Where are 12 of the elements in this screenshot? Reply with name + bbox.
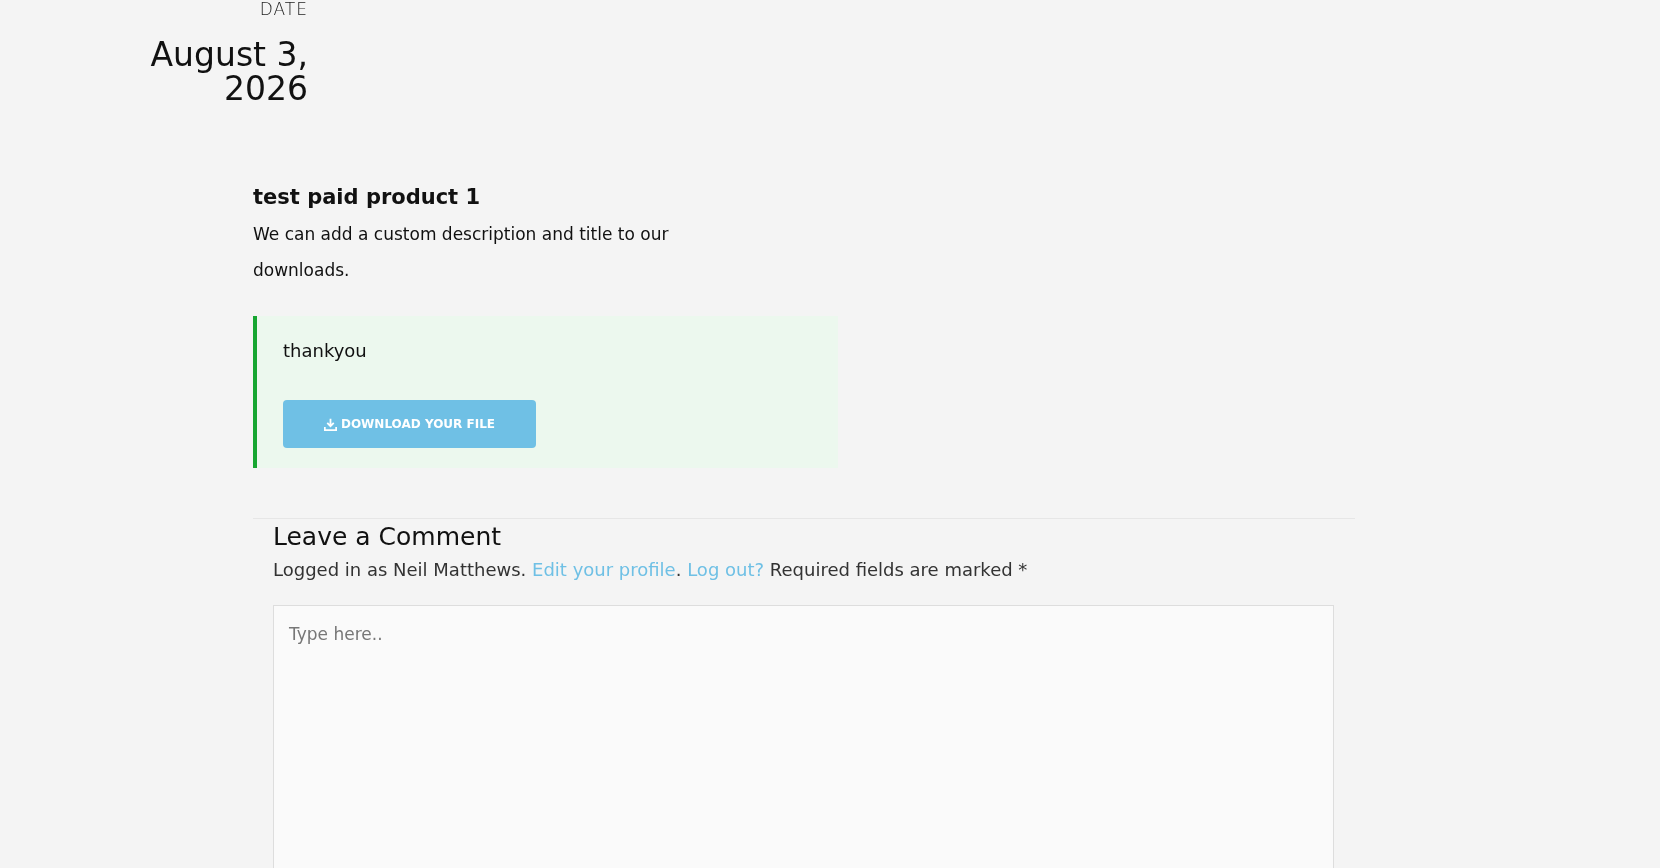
comment-heading: Leave a Comment <box>273 521 503 553</box>
download-button[interactable]: DOWNLOAD YOUR FILE <box>283 400 536 448</box>
download-icon <box>323 417 337 431</box>
product-title: test paid product 1 <box>253 184 482 211</box>
logout-link[interactable]: Log out? <box>687 559 765 580</box>
notice-message: thankyou <box>283 339 367 363</box>
product-description: We can add a custom description and title to our downloads. <box>253 223 670 282</box>
post-date: August 3, 2026 <box>149 38 308 106</box>
date-label: DATE <box>259 0 308 18</box>
edit-profile-link[interactable]: Edit your profile <box>532 559 676 580</box>
comment-field[interactable]: Type here.. <box>273 605 1334 868</box>
logged-in-text: Logged in as Neil Matthews. Edit your profile. Log out? Required fields are marked * <box>273 558 1029 582</box>
